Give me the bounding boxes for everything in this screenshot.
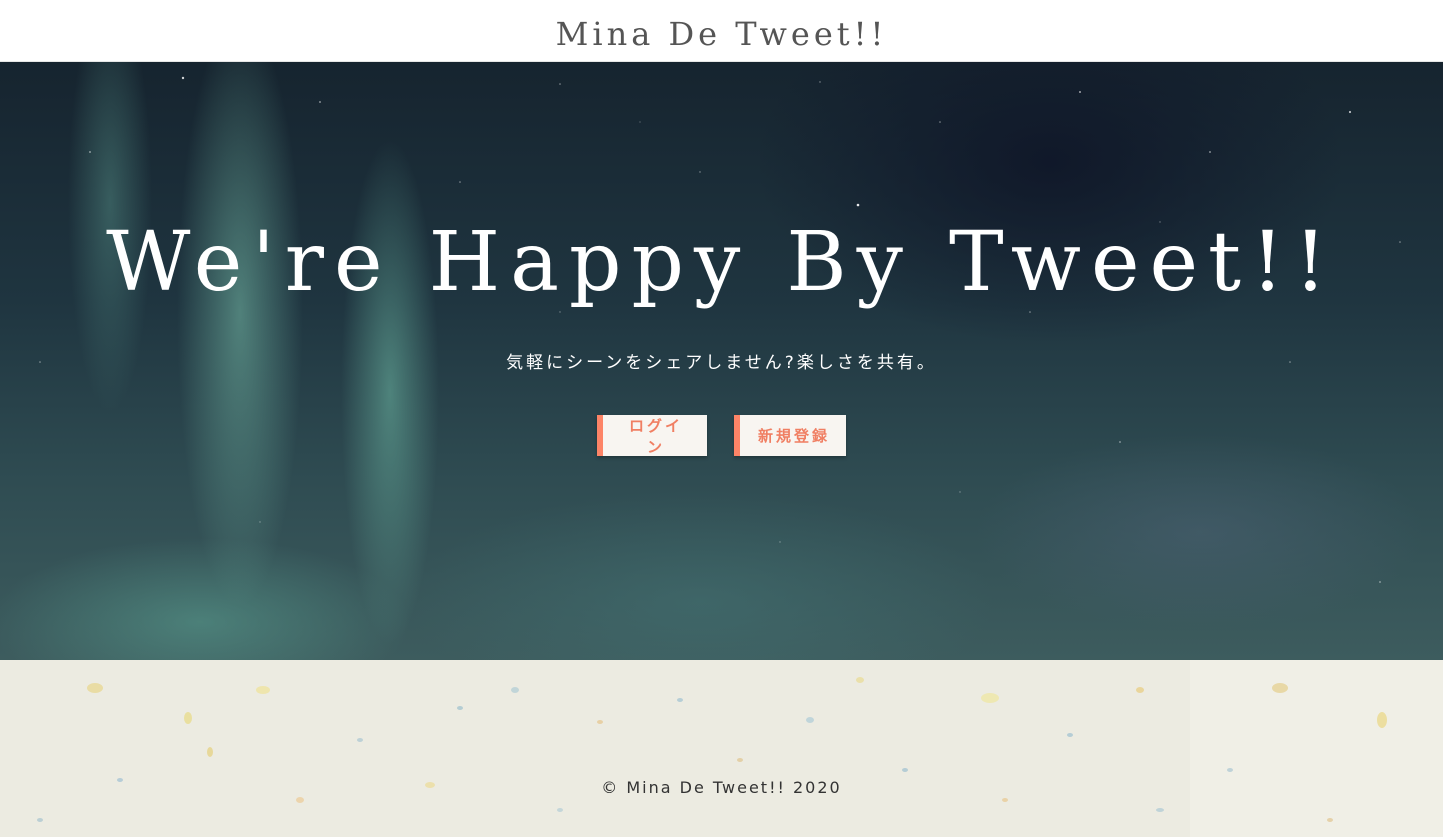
hero-button-group: ログイン 新規登録: [0, 415, 1443, 456]
site-logo-link[interactable]: Mina De Tweet!!: [556, 15, 888, 53]
hero-section: We're Happy By Tweet!! 気軽にシーンをシェアしません?楽し…: [0, 62, 1443, 660]
hero-title: We're Happy By Tweet!!: [106, 215, 1337, 310]
hero-subtitle: 気軽にシーンをシェアしません?楽しさを共有。: [506, 353, 937, 373]
site-footer: © Mina De Tweet!! 2020: [0, 660, 1443, 837]
signup-button[interactable]: 新規登録: [734, 415, 846, 456]
paper-fleck-pattern: [37, 677, 1387, 822]
copyright-text: © Mina De Tweet!! 2020: [601, 778, 842, 797]
hero-content: We're Happy By Tweet!! 気軽にシーンをシェアしません?楽し…: [0, 62, 1443, 660]
login-button[interactable]: ログイン: [597, 415, 707, 456]
site-header: Mina De Tweet!!: [0, 0, 1443, 62]
